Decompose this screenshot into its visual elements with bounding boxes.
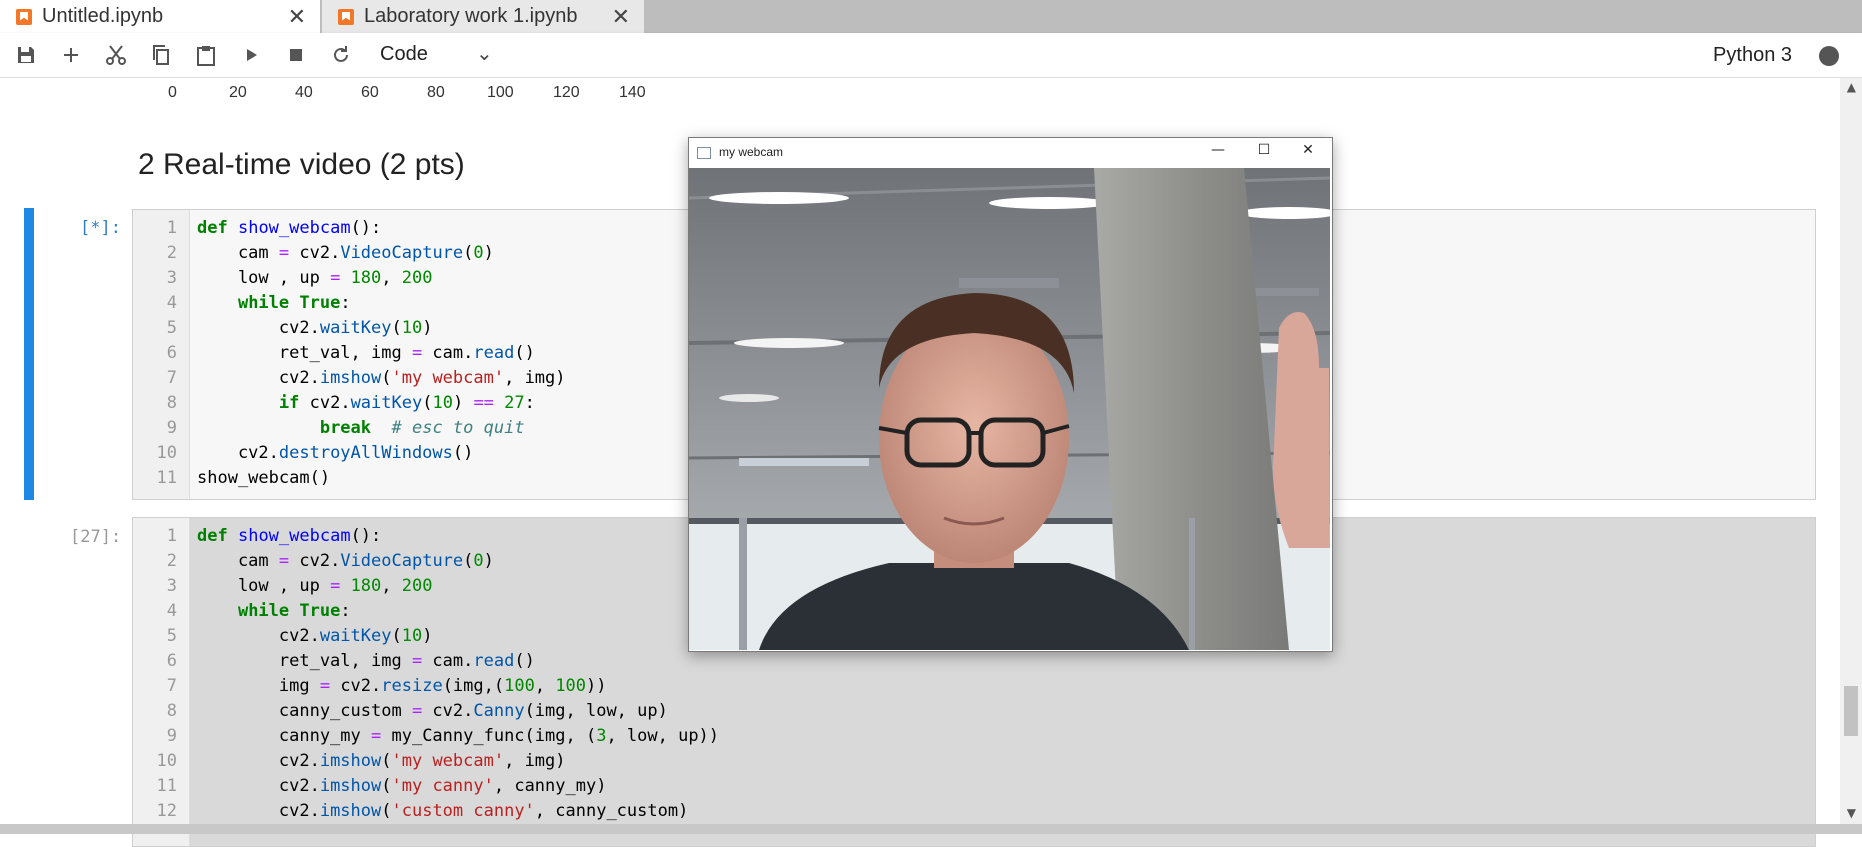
tab-label: Laboratory work 1.ipynb (364, 5, 578, 27)
line-number: 1 (166, 218, 177, 238)
line-number: 10 (156, 443, 177, 463)
tick-label: 140 (619, 84, 646, 101)
line-number: 9 (166, 418, 177, 438)
line-number: 8 (166, 701, 177, 721)
maximize-icon[interactable]: ☐ (1244, 142, 1284, 164)
run-icon[interactable] (235, 39, 267, 71)
line-number: 4 (166, 601, 177, 621)
close-icon[interactable]: ✕ (612, 4, 630, 30)
line-number: 3 (166, 268, 177, 288)
line-number: 5 (166, 318, 177, 338)
notebook-toolbar: Code ⌄ Python 3 (0, 33, 1862, 78)
tick-label: 0 (168, 84, 177, 101)
line-number: 7 (166, 676, 177, 696)
line-number: 4 (166, 293, 177, 313)
chevron-down-icon[interactable]: ⌄ (476, 41, 493, 65)
save-icon[interactable] (10, 39, 42, 71)
tick-label: 40 (295, 84, 313, 101)
restart-icon[interactable] (325, 39, 357, 71)
cut-icon[interactable] (100, 39, 132, 71)
scrollbar-thumb[interactable] (1844, 686, 1858, 736)
active-cell-indicator (24, 208, 34, 500)
line-number: 5 (166, 626, 177, 646)
tick-label: 100 (487, 84, 514, 101)
line-number: 2 (166, 551, 177, 571)
line-number: 9 (166, 726, 177, 746)
webcam-frame (689, 168, 1330, 650)
paste-icon[interactable] (190, 39, 222, 71)
webcam-image (689, 168, 1330, 650)
tab-label: Untitled.ipynb (42, 5, 164, 27)
line-number: 12 (156, 801, 177, 821)
kernel-name[interactable]: Python 3 (1713, 44, 1792, 67)
minimize-icon[interactable]: — (1198, 142, 1238, 164)
close-icon[interactable]: ✕ (1288, 142, 1328, 164)
tick-label: 60 (361, 84, 379, 101)
line-number: 10 (156, 751, 177, 771)
section-heading: 2 Real-time video (2 pts) (138, 148, 465, 181)
tick-label: 120 (553, 84, 580, 101)
scroll-down-icon[interactable]: ▼ (1847, 806, 1856, 820)
cell-type-select[interactable]: Code (380, 43, 428, 66)
kernel-status-icon (1819, 46, 1839, 66)
line-number: 6 (166, 343, 177, 363)
status-bar (0, 824, 1862, 834)
scroll-up-icon[interactable]: ▲ (1847, 80, 1856, 94)
line-number: 6 (166, 651, 177, 671)
line-number: 11 (156, 776, 177, 796)
tab-untitled[interactable]: Untitled.ipynb ✕ (0, 0, 320, 33)
line-number: 7 (166, 368, 177, 388)
notebook-icon (338, 8, 354, 25)
tick-label: 80 (427, 84, 445, 101)
window-title: my webcam (719, 145, 784, 159)
stop-icon[interactable] (280, 39, 312, 71)
window-titlebar[interactable]: my webcam — ☐ ✕ (689, 138, 1332, 168)
window-app-icon (697, 147, 711, 159)
line-number: 2 (166, 243, 177, 263)
add-icon[interactable] (55, 39, 87, 71)
cell-prompt: [*]: (80, 218, 121, 238)
line-number: 11 (156, 468, 177, 488)
line-number: 3 (166, 576, 177, 596)
line-number: 1 (166, 526, 177, 546)
tick-label: 20 (229, 84, 247, 101)
copy-icon[interactable] (145, 39, 177, 71)
notebook-icon (16, 8, 32, 25)
tab-bar: Untitled.ipynb ✕ Laboratory work 1.ipynb… (0, 0, 1862, 33)
cell-prompt: [27]: (70, 527, 122, 547)
tab-laboratory-work[interactable]: Laboratory work 1.ipynb ✕ (322, 0, 644, 33)
close-icon[interactable]: ✕ (288, 4, 306, 30)
webcam-window[interactable]: my webcam — ☐ ✕ (688, 137, 1333, 652)
line-number: 8 (166, 393, 177, 413)
